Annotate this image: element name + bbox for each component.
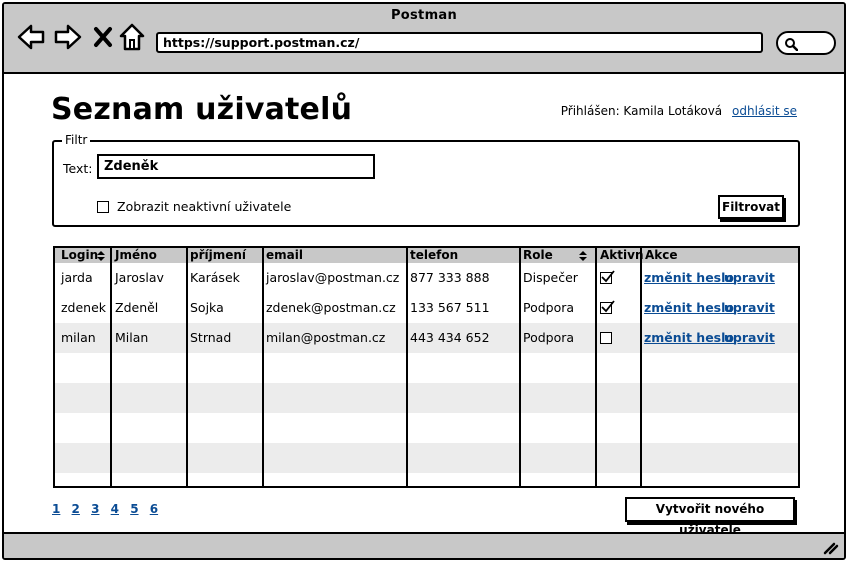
header-jmeno: Jméno bbox=[115, 248, 157, 262]
header-aktivni: Aktivn bbox=[600, 248, 644, 262]
cell-role: Dispečer bbox=[523, 270, 578, 285]
cell-jmeno: Zdeněl bbox=[115, 300, 159, 315]
page-link[interactable]: 3 bbox=[91, 502, 99, 516]
cell-email: milan@postman.cz bbox=[266, 330, 386, 345]
cell-login: jarda bbox=[61, 270, 93, 285]
active-checkbox[interactable] bbox=[600, 270, 615, 284]
change-password-link[interactable]: změnit heslo bbox=[644, 263, 734, 293]
filter-panel: Filtr Text: Zdeněk Zobrazit neaktivní už… bbox=[52, 133, 800, 227]
active-checkbox[interactable] bbox=[600, 300, 615, 314]
browser-titlebar: Postman https://support.postman.cz/ bbox=[4, 4, 844, 74]
page-link[interactable]: 5 bbox=[130, 502, 138, 516]
filter-text-label: Text: bbox=[63, 161, 93, 176]
cell-email: jaroslav@postman.cz bbox=[266, 270, 400, 285]
edit-link[interactable]: upravit bbox=[724, 293, 775, 323]
window-title: Postman bbox=[390, 8, 458, 23]
cell-login: milan bbox=[61, 330, 96, 345]
header-email: email bbox=[266, 248, 303, 262]
forward-arrow-icon[interactable] bbox=[53, 24, 83, 50]
create-user-button[interactable]: Vytvořit nového uživatele bbox=[625, 497, 795, 537]
inactive-users-option[interactable]: Zobrazit neaktivní uživatele bbox=[97, 199, 291, 214]
active-checkbox[interactable] bbox=[600, 332, 612, 344]
back-arrow-icon[interactable] bbox=[16, 24, 46, 50]
search-icon bbox=[785, 38, 798, 51]
cell-prijmeni: Strnad bbox=[190, 330, 232, 345]
table-header: Login Jméno příjmení email telefon Role … bbox=[55, 248, 798, 263]
filter-text-input[interactable]: Zdeněk bbox=[97, 154, 375, 179]
cell-role: Podpora bbox=[523, 300, 575, 315]
cell-telefon: 133 567 511 bbox=[410, 300, 490, 315]
page-link[interactable]: 2 bbox=[72, 502, 80, 516]
edit-link[interactable]: upravit bbox=[724, 263, 775, 293]
cell-login: zdenek bbox=[61, 300, 107, 315]
header-telefon: telefon bbox=[410, 248, 459, 262]
cell-jmeno: Jaroslav bbox=[115, 270, 164, 285]
status-bar bbox=[4, 532, 844, 558]
header-login[interactable]: Login bbox=[61, 248, 98, 263]
logout-link[interactable]: odhlásit se bbox=[732, 104, 797, 118]
home-icon[interactable] bbox=[119, 23, 145, 51]
header-role[interactable]: Role bbox=[523, 248, 553, 263]
url-bar[interactable]: https://support.postman.cz/ bbox=[156, 32, 763, 53]
filter-button[interactable]: Filtrovat bbox=[718, 195, 784, 219]
login-info: Přihlášen: Kamila Lotáková odhlásit se bbox=[561, 104, 797, 118]
cell-prijmeni: Sojka bbox=[190, 300, 224, 315]
edit-link[interactable]: upravit bbox=[724, 323, 775, 353]
check-icon bbox=[601, 300, 615, 313]
table-row: jarda Jaroslav Karásek jaroslav@postman.… bbox=[55, 263, 798, 293]
page-content: Seznam uživatelů Přihlášen: Kamila Loták… bbox=[4, 76, 844, 537]
cell-role: Podpora bbox=[523, 330, 575, 345]
empty-row bbox=[55, 353, 798, 383]
cell-jmeno: Milan bbox=[115, 330, 149, 345]
close-icon[interactable] bbox=[93, 26, 113, 48]
page-title: Seznam uživatelů bbox=[51, 92, 353, 127]
cell-telefon: 443 434 652 bbox=[410, 330, 490, 345]
users-table: Login Jméno příjmení email telefon Role … bbox=[53, 246, 800, 488]
pagination: 1 2 3 4 5 6 bbox=[52, 502, 165, 516]
change-password-link[interactable]: změnit heslo bbox=[644, 293, 734, 323]
cell-prijmeni: Karásek bbox=[190, 270, 240, 285]
header-prijmeni: příjmení bbox=[190, 248, 247, 262]
page-link[interactable]: 4 bbox=[111, 502, 119, 516]
cell-telefon: 877 333 888 bbox=[410, 270, 490, 285]
inactive-users-checkbox[interactable] bbox=[97, 200, 109, 213]
logged-in-user: Přihlášen: Kamila Lotáková bbox=[560, 104, 723, 118]
page-link[interactable]: 6 bbox=[150, 502, 158, 516]
empty-row bbox=[55, 383, 798, 413]
page-link[interactable]: 1 bbox=[52, 502, 60, 516]
filter-legend: Filtr bbox=[62, 133, 91, 147]
header-akce: Akce bbox=[645, 248, 678, 262]
empty-row bbox=[55, 413, 798, 443]
resize-grip-icon[interactable] bbox=[822, 539, 840, 555]
change-password-link[interactable]: změnit heslo bbox=[644, 323, 734, 353]
table-row: milan Milan Strnad milan@postman.cz 443 … bbox=[55, 323, 798, 353]
table-row: zdenek Zdeněl Sojka zdenek@postman.cz 13… bbox=[55, 293, 798, 323]
sort-icon[interactable] bbox=[96, 250, 106, 262]
browser-window: Postman https://support.postman.cz/ Sezn… bbox=[2, 2, 846, 560]
inactive-users-label: Zobrazit neaktivní uživatele bbox=[117, 199, 292, 214]
check-icon bbox=[601, 270, 615, 283]
browser-search[interactable] bbox=[776, 31, 836, 55]
empty-row bbox=[55, 473, 798, 486]
empty-row bbox=[55, 443, 798, 473]
sort-icon[interactable] bbox=[578, 250, 588, 262]
cell-email: zdenek@postman.cz bbox=[266, 300, 396, 315]
